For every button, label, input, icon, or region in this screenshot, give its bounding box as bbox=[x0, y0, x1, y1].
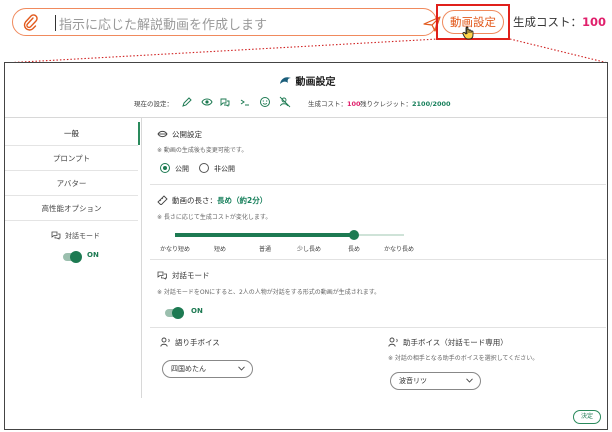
status-cost: 生成コスト：100 bbox=[308, 98, 361, 108]
prompt-bar: 指示に応じた解説動画を作成します 動画設定 生成コスト：100 bbox=[0, 0, 612, 44]
narrator-voice-value: 四国めたん bbox=[171, 365, 206, 373]
length-title-value: 長め（約2分） bbox=[217, 196, 268, 205]
current-settings-row: 現在の設定： 生成コスト：100 残りクレジット：2100/2000 bbox=[5, 96, 607, 110]
chat-icon bbox=[220, 98, 230, 107]
length-tick-label[interactable]: 普通 bbox=[259, 244, 271, 253]
sidebar-item-prompt[interactable]: プロンプト bbox=[5, 147, 138, 171]
speaker-person-icon bbox=[388, 337, 398, 347]
settings-sidebar: 一般 プロンプト アバター 高性能オプション 対話モード ON bbox=[5, 118, 138, 429]
length-title: 動画の長さ：長め（約2分） bbox=[157, 195, 267, 206]
radio-public[interactable] bbox=[160, 163, 170, 173]
section-divider bbox=[150, 259, 606, 260]
cost-label: 生成コスト： bbox=[513, 15, 582, 29]
dolphin-logo-icon bbox=[279, 77, 291, 84]
toggle-knob bbox=[70, 251, 82, 263]
assistant-voice-title: 助手ボイス（対話モード専用） bbox=[388, 337, 508, 348]
eye-icon bbox=[201, 98, 213, 106]
assistant-voice-title-text: 助手ボイス（対話モード専用） bbox=[403, 338, 508, 347]
visibility-title-text: 公開設定 bbox=[172, 130, 202, 139]
length-slider-fill bbox=[175, 233, 355, 237]
toggle-knob bbox=[172, 307, 184, 319]
no-voice-icon bbox=[279, 96, 291, 108]
sidebar-active-indicator bbox=[138, 122, 140, 145]
status-credit: 残りクレジット：2100/2000 bbox=[360, 98, 451, 108]
visibility-note: ※ 動画の生成後も変更可能です。 bbox=[157, 147, 248, 154]
narrator-voice-title-text: 語り手ボイス bbox=[175, 338, 220, 347]
length-tick-label[interactable]: 長め bbox=[348, 244, 360, 253]
dialog-title: 動画設定 bbox=[5, 73, 607, 88]
text-caret bbox=[55, 15, 56, 31]
dialog-mode-toggle[interactable] bbox=[165, 307, 184, 319]
paperclip-icon[interactable] bbox=[22, 14, 38, 31]
radio-private-label: 非公開 bbox=[214, 165, 235, 173]
chat-icon bbox=[157, 271, 167, 280]
radio-private[interactable] bbox=[199, 163, 209, 173]
sidebar-dialog-mode: 対話モード bbox=[51, 230, 100, 241]
assistant-voice-value: 波音リツ bbox=[399, 377, 427, 385]
status-credit-label: 残りクレジット： bbox=[360, 100, 412, 108]
sidebar-item-avatar[interactable]: アバター bbox=[5, 172, 138, 196]
length-slider-handle[interactable] bbox=[349, 230, 360, 240]
pen-icon bbox=[182, 97, 192, 107]
cost-display: 生成コスト：100 bbox=[513, 14, 606, 30]
sidebar-divider bbox=[141, 118, 142, 398]
dialog-mode-note: ※ 対話モードをONにすると、2人の人物が対話をする形式の動画が生成されます。 bbox=[157, 289, 381, 296]
eye-slash-icon bbox=[157, 130, 168, 138]
narrator-voice-title: 語り手ボイス bbox=[160, 337, 220, 348]
prompt-placeholder: 指示に応じた解説動画を作成します bbox=[59, 18, 268, 33]
dialog-mode-toggle-state: ON bbox=[191, 307, 203, 315]
chat-icon bbox=[51, 231, 61, 240]
sidebar-toggle-state: ON bbox=[87, 251, 99, 259]
status-cost-label: 生成コスト： bbox=[308, 100, 347, 108]
dialog-mode-title: 対話モード bbox=[157, 270, 210, 281]
speaker-person-icon bbox=[160, 337, 170, 347]
prompt-icon bbox=[240, 99, 249, 106]
length-tick-label[interactable]: 少し長め bbox=[297, 244, 321, 253]
narrator-voice-select[interactable]: 四国めたん bbox=[162, 360, 253, 378]
sidebar-item-advanced-options[interactable]: 高性能オプション bbox=[5, 197, 138, 221]
radio-public-label: 公開 bbox=[175, 165, 189, 173]
video-settings-dialog: 動画設定 現在の設定： 生成コスト：100 残りクレジット：2100/2000 … bbox=[4, 62, 608, 430]
prompt-input[interactable]: 指示に応じた解説動画を作成します bbox=[12, 8, 441, 36]
sidebar-dialog-mode-label: 対話モード bbox=[65, 232, 100, 240]
length-title-prefix: 動画の長さ： bbox=[172, 196, 217, 205]
length-tick-label[interactable]: かなり短め bbox=[160, 244, 190, 253]
dialog-mode-title-text: 対話モード bbox=[172, 271, 210, 280]
face-icon bbox=[260, 97, 270, 107]
status-credit-value: 2100/2000 bbox=[412, 100, 451, 108]
length-tick-label[interactable]: 短め bbox=[214, 244, 226, 253]
section-divider bbox=[150, 327, 606, 328]
section-divider bbox=[150, 184, 606, 185]
dialog-title-text: 動画設定 bbox=[295, 77, 336, 88]
visibility-title: 公開設定 bbox=[157, 129, 202, 140]
status-cost-value: 100 bbox=[347, 100, 361, 108]
chevron-down-icon bbox=[238, 366, 245, 371]
sidebar-dialog-mode-toggle[interactable] bbox=[63, 251, 82, 263]
cost-value: 100 bbox=[582, 15, 607, 29]
current-settings-label: 現在の設定： bbox=[134, 100, 173, 108]
length-note: ※ 長さに応じて生成コストが変化します。 bbox=[157, 214, 272, 221]
length-tick-label[interactable]: かなり長め bbox=[384, 244, 414, 253]
hand-pointer-icon bbox=[462, 26, 474, 40]
decide-button[interactable]: 決定 bbox=[573, 410, 601, 424]
chevron-down-icon bbox=[466, 378, 473, 383]
assistant-voice-select[interactable]: 波音リツ bbox=[390, 372, 481, 390]
sidebar-item-general[interactable]: 一般 bbox=[5, 122, 138, 146]
ruler-icon bbox=[157, 195, 168, 205]
assistant-voice-note: ※ 対話の相手となる助手のボイスを選択してください。 bbox=[388, 355, 539, 362]
